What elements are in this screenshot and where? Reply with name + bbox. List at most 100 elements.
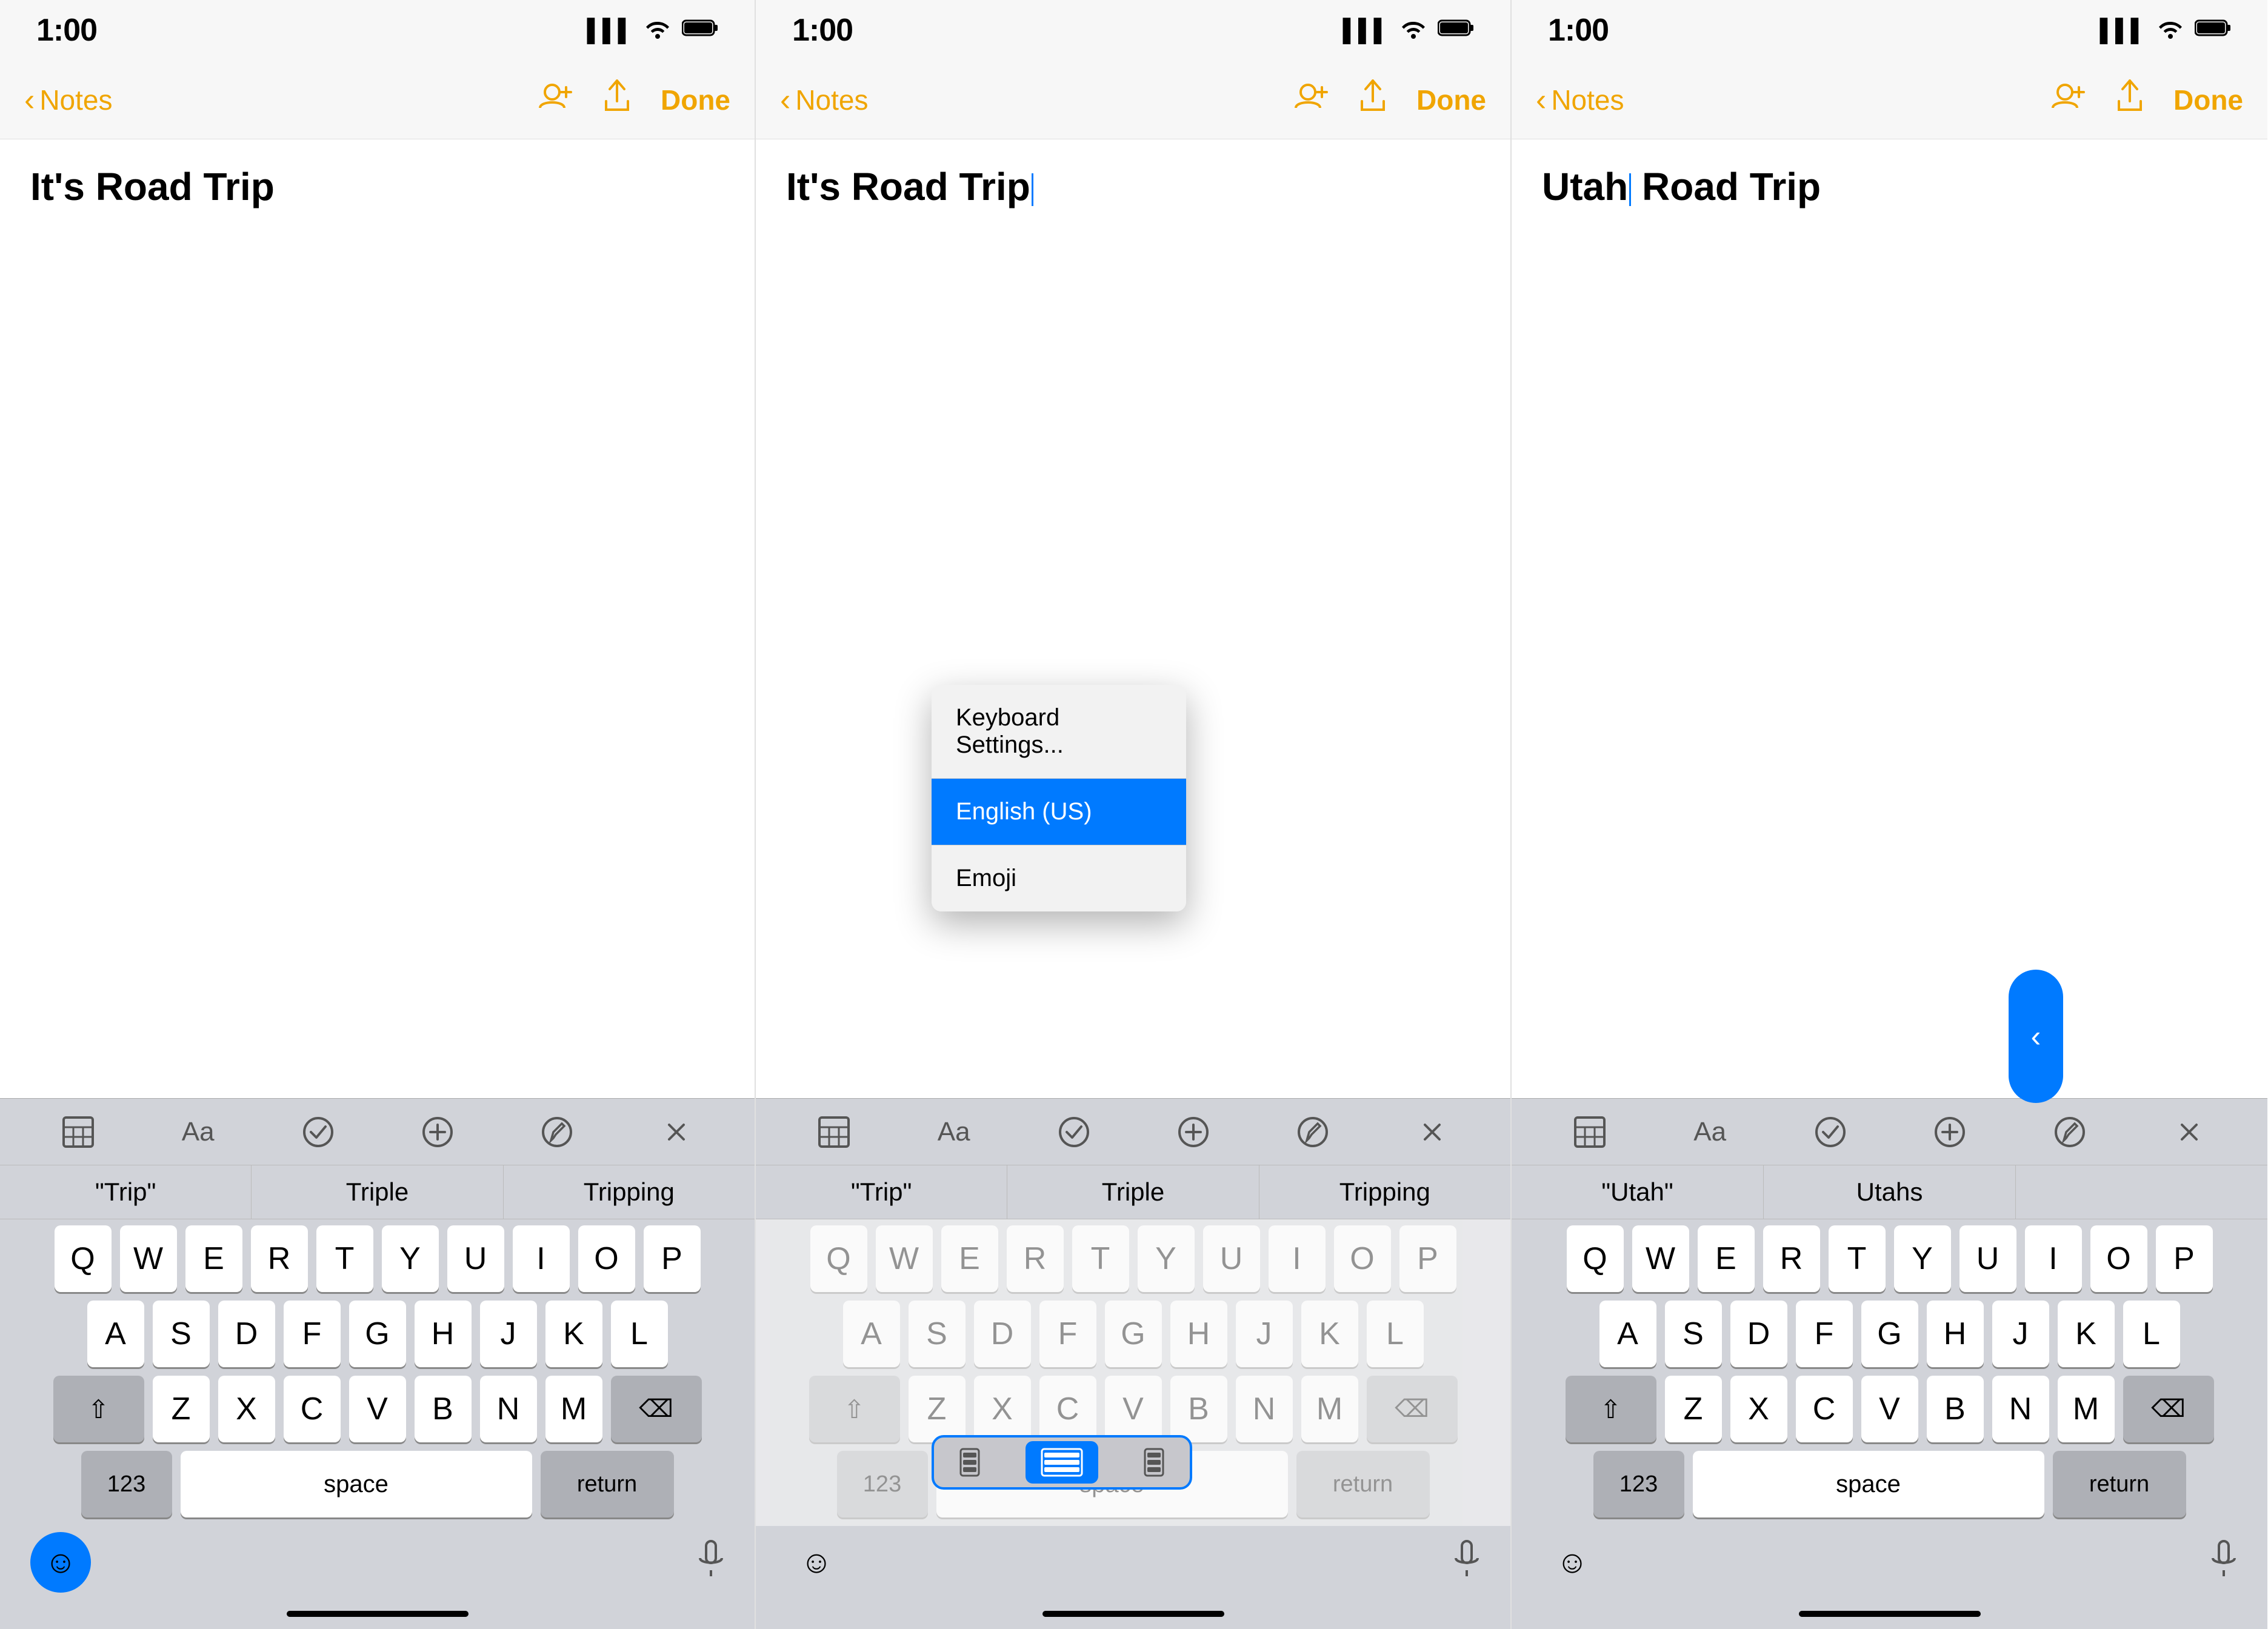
key-o-1[interactable]: O [578,1225,635,1292]
key-g-3[interactable]: G [1861,1301,1918,1367]
plus-icon-3[interactable] [1934,1116,1966,1148]
back-label-2[interactable]: Notes [795,84,868,116]
share-icon-2[interactable] [1359,79,1386,121]
note-area-3[interactable]: Utah Road Trip [1512,139,2267,1098]
key-f-1[interactable]: F [284,1301,341,1367]
keyboard-drag-handle-3[interactable]: ‹ [2009,970,2063,1103]
key-123-3[interactable]: 123 [1593,1451,1684,1517]
mic-button-3[interactable] [2210,1540,2237,1585]
table-icon-3[interactable] [1574,1116,1606,1148]
key-w-3[interactable]: W [1632,1225,1689,1292]
nav-left-3[interactable]: ‹ Notes [1536,82,1624,118]
key-j-3[interactable]: J [1992,1301,2049,1367]
close-icon-2[interactable] [1416,1116,1448,1148]
nav-left-2[interactable]: ‹ Notes [780,82,869,118]
pen-icon-2[interactable] [1297,1116,1329,1148]
key-l-1[interactable]: L [611,1301,668,1367]
add-person-icon-1[interactable] [537,81,573,119]
emoji-button-2[interactable]: ☺ [786,1532,847,1593]
key-f-3[interactable]: F [1796,1301,1853,1367]
key-x-1[interactable]: X [218,1376,275,1442]
pen-icon-1[interactable] [541,1116,573,1148]
key-shift-1[interactable]: ⇧ [53,1376,144,1442]
key-t-3[interactable]: T [1829,1225,1886,1292]
key-u-2[interactable]: U [1203,1225,1260,1292]
key-p-1[interactable]: P [644,1225,701,1292]
check-icon-3[interactable] [1815,1116,1846,1148]
key-n-1[interactable]: N [480,1376,537,1442]
key-u-1[interactable]: U [447,1225,504,1292]
mic-button-2[interactable] [1453,1540,1480,1585]
key-a-3[interactable]: A [1599,1301,1656,1367]
add-person-icon-2[interactable] [1293,81,1329,119]
key-a-2[interactable]: A [843,1301,900,1367]
back-label-1[interactable]: Notes [39,84,112,116]
key-n-2[interactable]: N [1236,1376,1293,1442]
key-k-2[interactable]: K [1301,1301,1358,1367]
key-b-3[interactable]: B [1927,1376,1984,1442]
key-k-1[interactable]: K [545,1301,602,1367]
key-m-3[interactable]: M [2058,1376,2115,1442]
close-icon-3[interactable] [2173,1116,2205,1148]
autocomplete-utahs-3[interactable]: Utahs [1764,1165,2016,1219]
close-icon-1[interactable] [661,1116,692,1148]
key-s-1[interactable]: S [153,1301,210,1367]
key-j-2[interactable]: J [1236,1301,1293,1367]
key-r-3[interactable]: R [1763,1225,1820,1292]
key-s-2[interactable]: S [909,1301,966,1367]
key-c-1[interactable]: C [284,1376,341,1442]
autocomplete-triple-1[interactable]: Triple [252,1165,503,1219]
key-z-3[interactable]: Z [1665,1376,1722,1442]
key-r-2[interactable]: R [1007,1225,1064,1292]
key-y-3[interactable]: Y [1894,1225,1951,1292]
keyboard-size-bar-2[interactable] [932,1435,1192,1490]
key-r-1[interactable]: R [251,1225,308,1292]
key-w-2[interactable]: W [876,1225,933,1292]
autocomplete-tripping-2[interactable]: Tripping [1259,1165,1510,1219]
back-label-3[interactable]: Notes [1551,84,1624,116]
key-space-3[interactable]: space [1693,1451,2044,1517]
key-t-2[interactable]: T [1072,1225,1129,1292]
done-button-3[interactable]: Done [2173,84,2243,116]
format-icon-3[interactable]: Aa [1693,1117,1726,1147]
key-delete-1[interactable]: ⌫ [611,1376,702,1442]
key-e-3[interactable]: E [1698,1225,1755,1292]
key-x-3[interactable]: X [1730,1376,1787,1442]
keyboard-size-small-right[interactable] [1111,1441,1184,1484]
key-m-2[interactable]: M [1301,1376,1358,1442]
key-y-1[interactable]: Y [382,1225,439,1292]
key-e-1[interactable]: E [185,1225,242,1292]
key-c-3[interactable]: C [1796,1376,1853,1442]
emoji-button-3[interactable]: ☺ [1542,1532,1603,1593]
check-icon-1[interactable] [302,1116,334,1148]
key-p-3[interactable]: P [2156,1225,2213,1292]
key-j-1[interactable]: J [480,1301,537,1367]
key-return-3[interactable]: return [2053,1451,2186,1517]
key-q-3[interactable]: Q [1567,1225,1624,1292]
note-area-1[interactable]: It's Road Trip [0,139,755,1098]
key-delete-2[interactable]: ⌫ [1367,1376,1458,1442]
key-h-1[interactable]: H [415,1301,472,1367]
check-icon-2[interactable] [1058,1116,1090,1148]
table-icon-1[interactable] [62,1116,94,1148]
key-n-3[interactable]: N [1992,1376,2049,1442]
key-a-1[interactable]: A [87,1301,144,1367]
note-area-2[interactable]: It's Road Trip [756,139,1510,1098]
key-v-1[interactable]: V [349,1376,406,1442]
key-123-2[interactable]: 123 [837,1451,928,1517]
table-icon-2[interactable] [818,1116,850,1148]
key-h-3[interactable]: H [1927,1301,1984,1367]
key-o-3[interactable]: O [2090,1225,2147,1292]
context-emoji[interactable]: Emoji [932,845,1186,911]
autocomplete-triple-2[interactable]: Triple [1007,1165,1259,1219]
done-button-2[interactable]: Done [1416,84,1486,116]
key-b-2[interactable]: B [1170,1376,1227,1442]
key-s-3[interactable]: S [1665,1301,1722,1367]
key-shift-3[interactable]: ⇧ [1566,1376,1656,1442]
key-q-1[interactable]: Q [55,1225,112,1292]
keyboard-size-full[interactable] [1026,1441,1098,1484]
key-z-2[interactable]: Z [909,1376,966,1442]
key-d-1[interactable]: D [218,1301,275,1367]
key-shift-2[interactable]: ⇧ [809,1376,900,1442]
key-m-1[interactable]: M [545,1376,602,1442]
